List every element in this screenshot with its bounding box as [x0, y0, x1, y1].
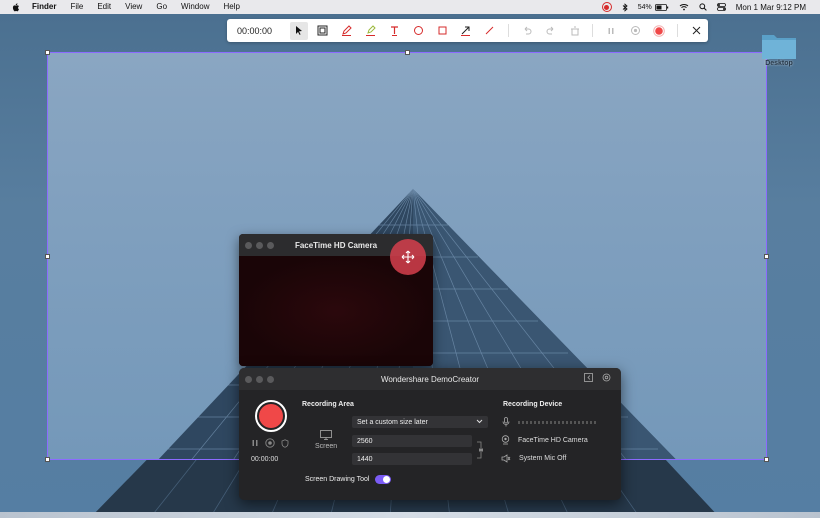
- redo-icon: [546, 26, 553, 34]
- toolbar-divider: [677, 24, 679, 37]
- system-audio-label: System Mic Off: [519, 455, 567, 462]
- system-audio-row[interactable]: System Mic Off: [501, 454, 566, 463]
- recording-size-dropdown[interactable]: Set a custom size later: [352, 416, 488, 428]
- menu-finder[interactable]: Finder: [32, 0, 56, 14]
- arrow-tool-icon: [295, 26, 302, 35]
- line-tool-icon: [485, 26, 494, 35]
- arrow-line-tool-button[interactable]: [457, 22, 475, 40]
- settings-gear-icon[interactable]: [602, 373, 611, 382]
- ellipse-tool-button[interactable]: [409, 22, 427, 40]
- record-target-button[interactable]: [626, 22, 644, 40]
- record-target-icon: [630, 26, 640, 35]
- democreator-window: Wondershare DemoCreator 00:00:00 Recordi…: [239, 368, 621, 500]
- resize-handle-left[interactable]: [45, 254, 50, 259]
- move-camera-button[interactable]: [390, 239, 426, 275]
- drawing-toolbar: 00:00:00: [227, 19, 708, 42]
- aspect-lock-icon[interactable]: [476, 440, 484, 460]
- wifi-icon[interactable]: [679, 3, 689, 11]
- resize-handle-top[interactable]: [405, 50, 410, 55]
- text-tool-button[interactable]: [385, 22, 403, 40]
- apple-icon[interactable]: [12, 2, 20, 12]
- democreator-title-bar[interactable]: Wondershare DemoCreator: [239, 368, 621, 390]
- shield-icon[interactable]: [281, 438, 289, 448]
- record-button[interactable]: [650, 22, 668, 40]
- pause-icon: [608, 27, 614, 34]
- chevron-down-icon: [476, 419, 483, 424]
- height-value: 1440: [357, 455, 373, 463]
- close-toolbar-button[interactable]: [687, 22, 705, 40]
- speaker-off-icon: [501, 454, 511, 463]
- height-input[interactable]: 1440: [352, 453, 472, 465]
- move-icon: [401, 250, 415, 264]
- screen-option-label: Screen: [315, 443, 338, 450]
- clear-icon: [570, 26, 579, 35]
- desktop-folder-label[interactable]: Desktop: [756, 60, 802, 67]
- highlighter-tool-icon: [365, 25, 376, 36]
- resize-handle-top-left[interactable]: [45, 50, 50, 55]
- collapse-panel-icon[interactable]: [584, 373, 593, 382]
- arrow-tool-button[interactable]: [289, 21, 308, 40]
- width-value: 2560: [357, 437, 373, 445]
- start-recording-button[interactable]: [255, 400, 287, 432]
- recording-timer: 00:00:00: [251, 456, 279, 463]
- recording-size-value: Set a custom size later: [357, 418, 428, 426]
- camera-device-label: FaceTime HD Camera: [518, 436, 588, 444]
- record-icon: [653, 24, 665, 37]
- menu-edit[interactable]: Edit: [97, 0, 111, 14]
- dock-edge: [0, 512, 820, 518]
- frame-tool-icon: [317, 25, 328, 36]
- menubar-clock[interactable]: Mon 1 Mar 9:12 PM: [736, 3, 806, 12]
- menu-go[interactable]: Go: [156, 0, 167, 14]
- pause-button[interactable]: [602, 22, 620, 40]
- resize-handle-bottom-right[interactable]: [764, 457, 769, 462]
- undo-button[interactable]: [518, 22, 536, 40]
- pause-icon[interactable]: [251, 439, 259, 447]
- menu-window[interactable]: Window: [181, 0, 209, 14]
- pen-tool-button[interactable]: [338, 22, 356, 40]
- highlighter-tool-button[interactable]: [361, 22, 379, 40]
- menu-bar: Finder File Edit View Go Window Help 54%…: [0, 0, 820, 14]
- rectangle-tool-icon: [438, 26, 447, 35]
- battery-icon[interactable]: [654, 3, 669, 11]
- control-center-icon[interactable]: [716, 3, 726, 11]
- toolbar-divider: [592, 24, 594, 37]
- close-icon: [692, 26, 700, 35]
- frame-tool-button[interactable]: [314, 22, 332, 40]
- recording-device-heading: Recording Device: [503, 401, 563, 408]
- line-tool-button[interactable]: [481, 22, 499, 40]
- menu-help[interactable]: Help: [223, 0, 239, 14]
- microphone-icon[interactable]: [502, 417, 510, 427]
- webcam-icon: [501, 435, 510, 445]
- undo-icon: [524, 26, 532, 34]
- pen-tool-icon: [341, 25, 352, 36]
- democreator-window-title: Wondershare DemoCreator: [380, 374, 480, 384]
- toolbar-timer: 00:00:00: [237, 25, 273, 36]
- mic-level-meter: [518, 421, 598, 424]
- spotlight-search-icon[interactable]: [699, 3, 707, 11]
- recording-status-icon[interactable]: [601, 2, 612, 12]
- screen-source-option[interactable]: Screen: [315, 430, 337, 450]
- resize-handle-right[interactable]: [764, 254, 769, 259]
- screen-drawing-tool-setting: Screen Drawing Tool: [305, 475, 392, 484]
- ellipse-tool-icon: [413, 26, 423, 35]
- bluetooth-icon[interactable]: [622, 2, 628, 12]
- recording-area-heading: Recording Area: [302, 401, 354, 408]
- battery-percent: 54%: [637, 3, 652, 11]
- toolbar-divider: [507, 24, 509, 37]
- arrow-line-tool-icon: [461, 26, 471, 36]
- menu-file[interactable]: File: [70, 0, 83, 14]
- menu-view[interactable]: View: [125, 0, 142, 14]
- width-input[interactable]: 2560: [352, 435, 472, 447]
- stop-record-icon[interactable]: [265, 438, 275, 448]
- clear-button[interactable]: [566, 22, 584, 40]
- monitor-icon: [320, 430, 332, 440]
- camera-device-row[interactable]: FaceTime HD Camera: [501, 435, 588, 445]
- redo-button[interactable]: [542, 22, 560, 40]
- text-tool-icon: [390, 26, 398, 36]
- rectangle-tool-button[interactable]: [433, 22, 451, 40]
- screen-drawing-tool-label: Screen Drawing Tool: [305, 476, 370, 483]
- screen-drawing-tool-toggle[interactable]: [375, 475, 392, 484]
- resize-handle-bottom-left[interactable]: [45, 457, 50, 462]
